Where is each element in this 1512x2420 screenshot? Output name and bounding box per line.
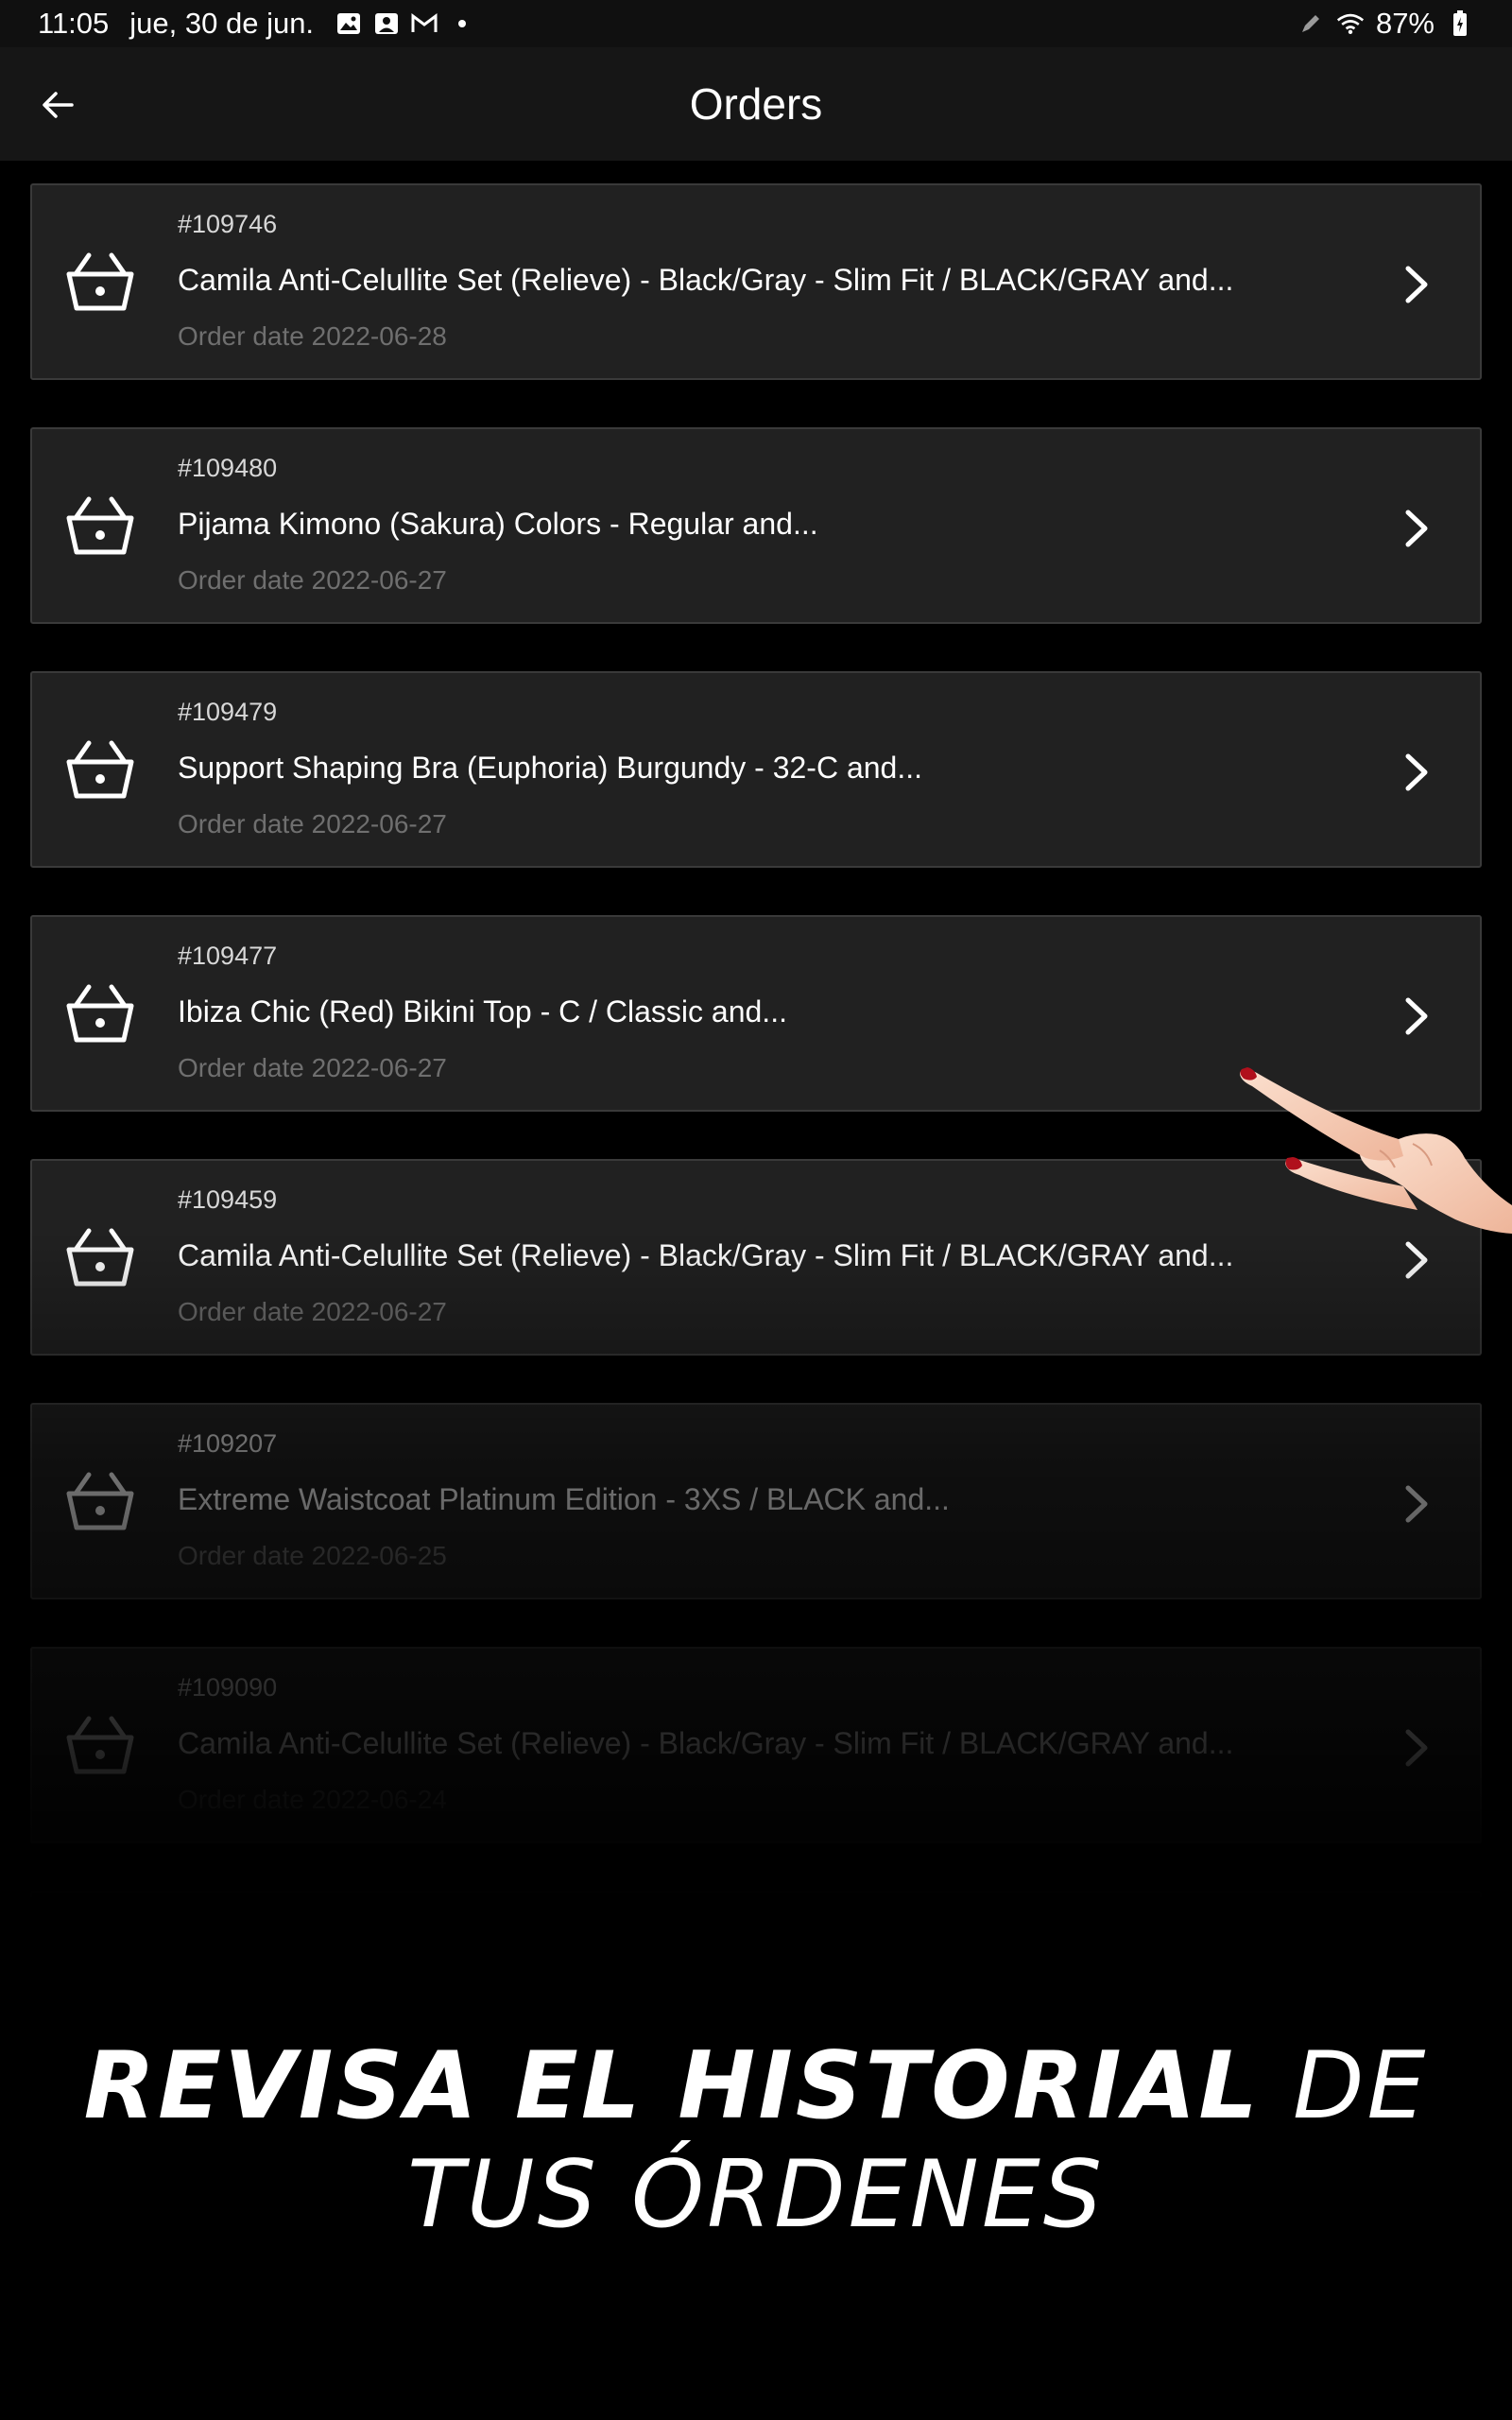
arrow-left-icon: [43, 92, 74, 118]
basket-icon: [66, 983, 134, 1046]
order-card[interactable]: #109479 Support Shaping Bra (Euphoria) Bu…: [30, 671, 1482, 868]
order-date: Order date 2022-06-28: [178, 321, 447, 351]
app-bar: Orders: [0, 47, 1512, 161]
order-title: Pijama Kimono (Sakura) Colors - Regular …: [178, 507, 818, 541]
back-button[interactable]: [34, 81, 81, 129]
order-number: #109479: [178, 698, 278, 726]
order-date: Order date 2022-06-27: [178, 809, 447, 838]
caption-line-2: TUS ÓRDENES: [0, 2141, 1512, 2250]
basket-icon: [66, 251, 134, 314]
basket-icon: [66, 495, 134, 558]
order-card[interactable]: #109746 Camila Anti-Celullite Set (Reliev…: [30, 183, 1482, 380]
promo-caption: REVISA EL HISTORIAL DE TUS ÓRDENES: [0, 2032, 1512, 2250]
nail-middle-icon: [1285, 1157, 1302, 1170]
page-title: Orders: [689, 79, 823, 129]
order-number: #109477: [178, 942, 278, 970]
wifi-icon: [1336, 11, 1365, 36]
basket-icon: [66, 739, 134, 802]
gallery-icon: [335, 11, 363, 36]
battery-percent: 87%: [1375, 7, 1435, 40]
caption-line-1: REVISA EL HISTORIAL DE: [0, 2032, 1512, 2141]
caption-light-ordenes: TUS ÓRDENES: [407, 2141, 1105, 2249]
order-number: #109459: [178, 1185, 278, 1214]
pointing-hand-illustration: [1240, 1067, 1512, 1234]
gmail-icon: [410, 11, 438, 36]
status-bar: 11:05 jue, 30 de jun. 87%: [0, 0, 1512, 47]
system-icons: 87%: [1297, 7, 1474, 41]
order-title: Ibiza Chic (Red) Bikini Top - C / Classi…: [178, 994, 787, 1028]
caption-bold: REVISA EL HISTORIAL: [83, 2032, 1261, 2140]
dot-icon: [448, 11, 476, 36]
notification-icons: [335, 11, 476, 36]
chevron-right-icon: [1397, 507, 1435, 550]
order-card[interactable]: #109480 Pijama Kimono (Sakura) Colors - R…: [30, 427, 1482, 624]
order-date: Order date 2022-06-27: [178, 1053, 447, 1082]
caption-light-de: DE: [1292, 2032, 1429, 2140]
pen-icon: [1297, 11, 1325, 36]
status-date: jue, 30 de jun.: [129, 7, 315, 40]
order-title: Camila Anti-Celullite Set (Relieve) - Bl…: [178, 263, 1234, 297]
status-time: 11:05: [38, 7, 110, 40]
chevron-right-icon: [1397, 751, 1435, 794]
chevron-right-icon: [1397, 263, 1435, 306]
order-number: #109480: [178, 454, 278, 482]
order-number: #109746: [178, 210, 278, 238]
chevron-right-icon: [1397, 994, 1435, 1038]
photo-icon: [372, 11, 401, 36]
order-date: Order date 2022-06-27: [178, 565, 447, 595]
battery-icon: [1446, 10, 1474, 36]
order-title: Support Shaping Bra (Euphoria) Burgundy …: [178, 751, 923, 785]
